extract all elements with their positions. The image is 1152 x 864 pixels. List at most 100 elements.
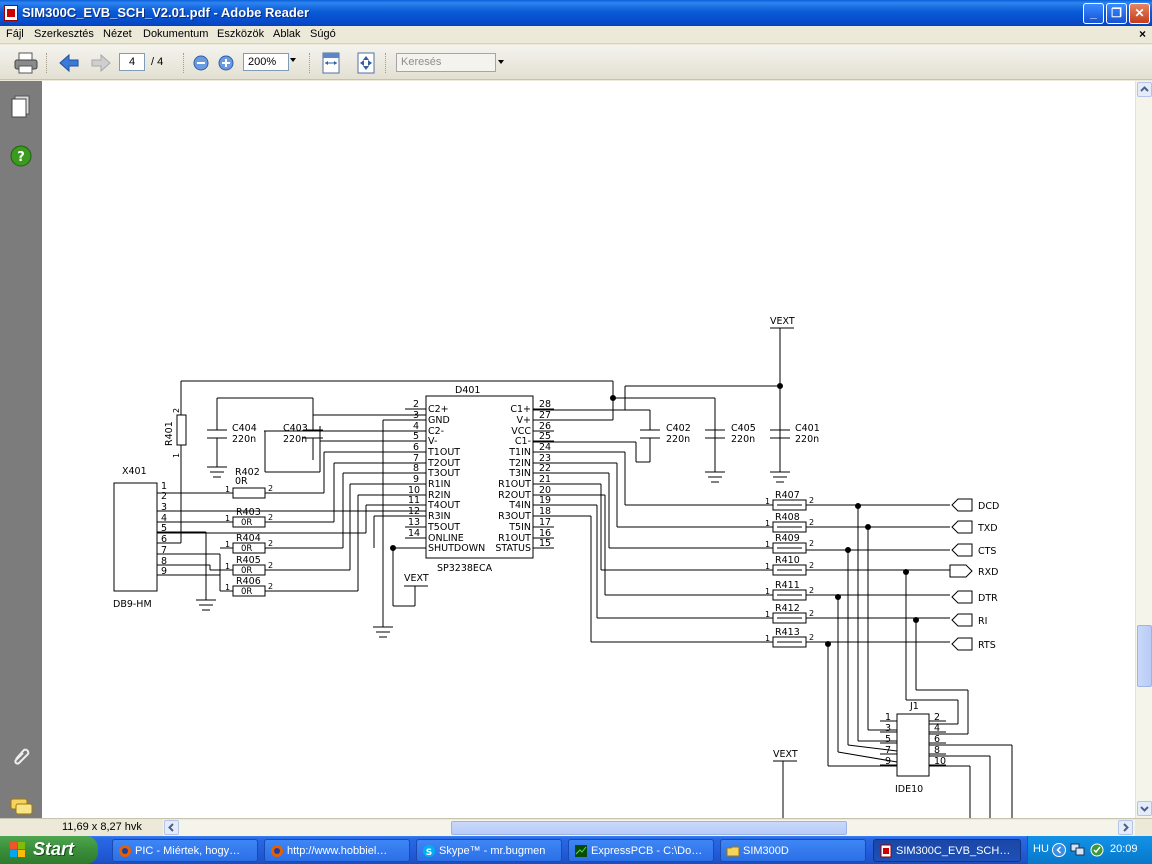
svg-text:C402: C402 xyxy=(666,423,691,434)
horizontal-scroll-thumb[interactable] xyxy=(451,821,847,835)
svg-text:?: ? xyxy=(17,150,25,165)
page-number-input[interactable]: 4 xyxy=(119,53,145,71)
search-input[interactable]: Keresés xyxy=(396,53,496,72)
ide10-label: IDE10 xyxy=(895,784,923,795)
ic-pin-number: 6 xyxy=(413,442,419,453)
minimize-button[interactable]: _ xyxy=(1083,3,1104,24)
comments-icon[interactable] xyxy=(10,797,34,817)
title-bar: SIM300C_EVB_SCH_V2.01.pdf - Adobe Reader… xyxy=(0,0,1152,26)
vext-bottom-label: VEXT xyxy=(773,749,798,760)
adobe-reader-window: SIM300C_EVB_SCH_V2.01.pdf - Adobe Reader… xyxy=(0,0,1152,836)
ic-pin-number: 2 xyxy=(413,399,419,410)
capacitor-c403: C403 220n xyxy=(283,423,323,445)
menu-document[interactable]: Dokumentum xyxy=(143,28,208,40)
print-icon[interactable] xyxy=(14,52,38,74)
menu-view[interactable]: Nézet xyxy=(103,28,132,40)
db9-pins: 123456789 xyxy=(157,481,233,577)
resistor-pin-number: 2 xyxy=(809,609,814,618)
ic-pin-number: 13 xyxy=(408,517,420,528)
ic-pin-number: 9 xyxy=(413,474,419,485)
folder-icon xyxy=(726,846,740,857)
start-button[interactable]: Start xyxy=(0,836,98,864)
resistor-pin-number: 2 xyxy=(809,586,814,595)
security-icon[interactable] xyxy=(1089,842,1105,858)
close-document-icon[interactable]: × xyxy=(1139,27,1146,41)
page-size-label: 11,69 x 8,27 hvk xyxy=(62,821,142,833)
help-icon[interactable]: ? xyxy=(10,145,32,167)
scroll-right-arrow-icon[interactable] xyxy=(1118,820,1133,835)
fit-width-icon[interactable] xyxy=(321,52,341,74)
scroll-left-arrow-icon[interactable] xyxy=(164,820,179,835)
left-resistors: 1 21 2R4030R1 2R4040R1 2R4050R1 2R4060R xyxy=(225,484,273,597)
menu-file[interactable]: Fájl xyxy=(6,28,24,40)
scroll-up-arrow-icon[interactable] xyxy=(1137,82,1152,97)
svg-text:1: 1 xyxy=(172,453,181,458)
taskbar-item-skype[interactable]: S Skype™ - mr.bugmen xyxy=(416,839,562,862)
taskbar-item-firefox-pic[interactable]: PIC - Miértek, hogy… xyxy=(112,839,258,862)
zoom-in-icon[interactable] xyxy=(218,55,234,71)
toolbar-separator xyxy=(183,53,184,73)
zoom-out-icon[interactable] xyxy=(193,55,209,71)
ic-pin-number: 5 xyxy=(413,431,419,442)
toolbar-separator xyxy=(309,53,310,73)
search-dropdown-icon[interactable] xyxy=(498,60,504,64)
zoom-level-input[interactable]: 200% xyxy=(243,53,289,71)
schematic-page: VEXT D401 SP3238ECA 2 C2+3 GND4 C2-5 V-6 T1OU… xyxy=(113,316,1013,818)
fit-page-icon[interactable] xyxy=(356,52,376,74)
pages-icon[interactable] xyxy=(10,95,32,119)
close-button[interactable]: ✕ xyxy=(1129,3,1150,24)
taskbar-item-adobe-reader[interactable]: SIM300C_EVB_SCH… xyxy=(873,839,1021,862)
svg-text:220n: 220n xyxy=(283,434,307,445)
svg-text:C405: C405 xyxy=(731,423,756,434)
resistor-pin-number: 2 xyxy=(268,513,273,522)
taskbar-item-sim300d-folder[interactable]: SIM300D xyxy=(720,839,866,862)
signal-flag xyxy=(949,564,973,578)
menu-tools[interactable]: Eszközök xyxy=(217,28,264,40)
resistor-body xyxy=(232,487,266,499)
svg-text:C403: C403 xyxy=(283,423,308,434)
zoom-dropdown-icon[interactable] xyxy=(290,58,296,62)
r409-label: R409 xyxy=(775,533,800,544)
document-view[interactable]: VEXT D401 SP3238ECA 2 C2+ 3 GND 4 C2- 5 V- 6 T1OU… xyxy=(42,81,1135,818)
taskbar-item-expresspcb[interactable]: ExpressPCB - C:\Do… xyxy=(568,839,714,862)
resistor-pin-number: 2 xyxy=(809,518,814,527)
tray-expand-icon[interactable] xyxy=(1052,842,1066,858)
scroll-down-arrow-icon[interactable] xyxy=(1137,801,1152,816)
resistor-pin-number: 2 xyxy=(268,539,273,548)
menu-window[interactable]: Ablak xyxy=(273,28,301,40)
ic-pins: 2 C2+3 GND4 C2-5 V-6 T1OUT7 T2OUT8 T3OUT9 R1IN10… xyxy=(405,399,554,554)
ground-symbol xyxy=(196,599,216,611)
taskbar-item-firefox-hobbi[interactable]: http://www.hobbiel… xyxy=(264,839,410,862)
language-indicator[interactable]: HU xyxy=(1033,843,1049,855)
signal-flag xyxy=(951,590,973,604)
firefox-icon xyxy=(271,845,283,857)
ic-pin-number: 19 xyxy=(539,495,551,506)
x401-label: X401 xyxy=(122,466,147,477)
db9-label: DB9-HM xyxy=(113,599,152,610)
ic-pin-name: T5IN xyxy=(508,522,531,533)
signal-label-txd: TXD xyxy=(977,523,998,534)
vertical-scrollbar[interactable] xyxy=(1135,81,1152,818)
firefox-icon xyxy=(119,845,131,857)
svg-text:2: 2 xyxy=(172,408,181,413)
start-label: Start xyxy=(33,839,75,859)
svg-text:S: S xyxy=(426,848,432,858)
windows-logo-icon xyxy=(10,842,25,857)
network-icon[interactable] xyxy=(1070,842,1086,858)
vertical-scroll-thumb[interactable] xyxy=(1137,625,1152,687)
system-tray: HU 20:09 xyxy=(1027,836,1152,864)
menu-help[interactable]: Súgó xyxy=(310,28,336,40)
ic-pin-number: 21 xyxy=(539,474,551,485)
previous-page-icon[interactable] xyxy=(58,53,80,73)
ic-pin-name: T4OUT xyxy=(427,500,460,511)
vext-mid-label: VEXT xyxy=(404,573,429,584)
ic-pin-number: 15 xyxy=(539,538,551,549)
expresspcb-icon xyxy=(575,845,587,857)
j1-pins: 13579246810 xyxy=(880,712,946,767)
horizontal-scrollbar[interactable] xyxy=(163,820,1135,836)
next-page-icon[interactable] xyxy=(90,53,112,73)
restore-button[interactable]: ❐ xyxy=(1106,3,1127,24)
ic-pin-name: T3IN xyxy=(508,468,531,479)
attachments-icon[interactable] xyxy=(10,745,32,767)
menu-edit[interactable]: Szerkesztés xyxy=(34,28,94,40)
